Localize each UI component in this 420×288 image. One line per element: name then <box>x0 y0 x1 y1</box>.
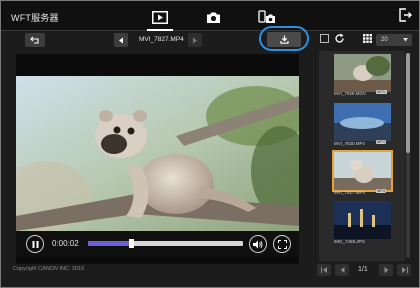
thumbnail-scrollbar[interactable] <box>406 53 410 258</box>
tab-playback[interactable] <box>147 7 173 31</box>
next-file-button[interactable] <box>188 33 202 47</box>
seek-progress <box>88 241 132 246</box>
pause-button[interactable] <box>26 235 44 253</box>
video-frame[interactable] <box>16 76 299 231</box>
thumbnail-item[interactable] <box>334 201 391 239</box>
seek-bar[interactable] <box>88 239 243 248</box>
volume-button[interactable] <box>249 235 267 253</box>
playback-controls: 0:00:02 <box>16 231 299 257</box>
video-image <box>16 76 299 231</box>
last-page-icon <box>401 267 408 273</box>
time-display: 0:00:02 <box>52 239 79 248</box>
refresh-icon[interactable] <box>334 33 345 44</box>
page-indicator: 1/1 <box>358 266 368 273</box>
chevron-right-icon <box>193 37 197 43</box>
seek-handle[interactable] <box>129 239 135 248</box>
last-page-button[interactable] <box>397 264 411 276</box>
thumbnail-image <box>334 54 391 92</box>
chevron-down-icon <box>403 38 408 42</box>
copyright-text: Copyright CANON INC. 2016 <box>13 266 85 272</box>
previous-file-button[interactable] <box>114 33 128 47</box>
speaker-icon <box>253 240 263 248</box>
thumbnail-label: IMG_7459.JPG <box>334 239 366 244</box>
pause-icon <box>32 240 38 248</box>
thumbnail-image <box>334 152 391 190</box>
tab-remote-shooting[interactable] <box>200 7 226 27</box>
tab-camera-settings[interactable] <box>254 7 280 27</box>
thumbnail-item-selected[interactable] <box>332 150 393 192</box>
file-type-badge: MP4 <box>376 189 386 193</box>
logout-icon[interactable] <box>397 7 413 23</box>
thumbnail-count-select[interactable]: 20 <box>376 34 412 46</box>
scrollbar-thumb[interactable] <box>406 53 410 153</box>
thumbnail-label: MVI_7827.MP4 <box>334 190 366 195</box>
fullscreen-button[interactable] <box>273 235 291 253</box>
download-highlight-ring <box>259 26 309 51</box>
first-page-button[interactable] <box>317 264 331 276</box>
first-page-icon <box>320 267 327 273</box>
thumbnail-item[interactable] <box>334 54 391 92</box>
camera-icon <box>206 12 220 23</box>
next-page-button[interactable] <box>379 264 393 276</box>
file-type-badge: MOV <box>376 90 387 94</box>
camera-settings-icon <box>258 9 275 23</box>
chevron-right-icon <box>384 267 388 273</box>
chevron-left-icon <box>119 37 123 43</box>
thumbnail-image <box>334 201 391 239</box>
fullscreen-icon <box>277 239 287 249</box>
previous-page-button[interactable] <box>335 264 349 276</box>
play-icon <box>152 10 168 24</box>
app-window: WFT服务器 MVI_7827.MP4 20 0:00:02 Copyright… <box>0 0 420 288</box>
chevron-left-icon <box>340 267 344 273</box>
app-title: WFT服务器 <box>11 13 59 23</box>
return-icon <box>30 36 39 44</box>
thumbnail-item[interactable] <box>334 103 391 141</box>
thumbnail-image <box>334 103 391 141</box>
grid-icon <box>363 34 372 43</box>
top-bar: WFT服务器 <box>1 1 419 31</box>
thumbnail-label: MVI_7830.MP4 <box>334 141 366 146</box>
thumbnail-count-value: 20 <box>381 37 388 43</box>
file-name: MVI_7827.MP4 <box>139 36 184 43</box>
file-type-badge: MP4 <box>376 140 386 144</box>
back-button[interactable] <box>25 33 45 47</box>
select-all-checkbox[interactable] <box>320 34 329 43</box>
thumbnail-label: MVI_7828.MOV <box>334 91 367 96</box>
